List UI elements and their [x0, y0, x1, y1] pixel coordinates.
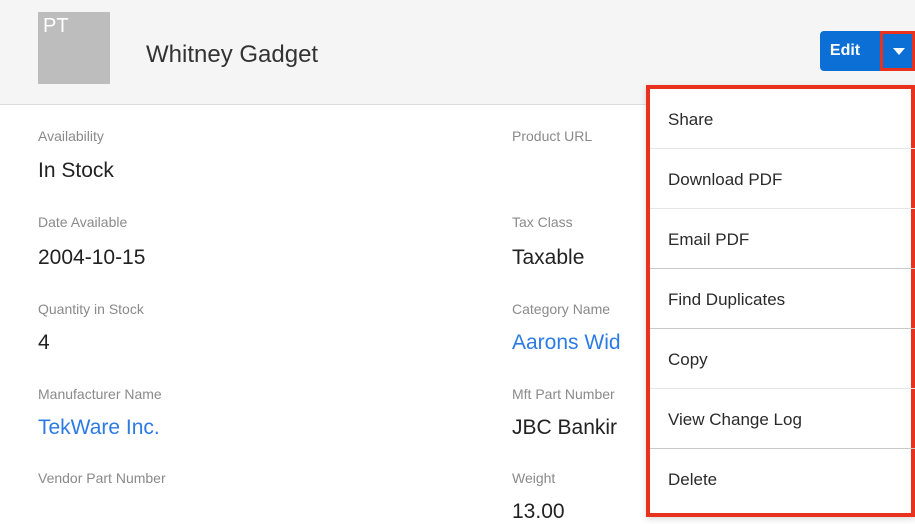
category-link[interactable]: Aarons Wid — [512, 331, 621, 355]
date-available-value: 2004-10-15 — [38, 246, 146, 269]
category-label: Category Name — [512, 301, 611, 317]
mft-part-value: JBC Bankir — [512, 416, 618, 439]
avatar-initials: PT — [43, 15, 69, 37]
manufacturer-link[interactable]: TekWare Inc. — [38, 416, 160, 440]
menu-item-email-pdf[interactable]: Email PDF — [650, 211, 915, 269]
date-available-label: Date Available — [38, 214, 128, 230]
menu-item-view-change-log[interactable]: View Change Log — [650, 391, 915, 449]
tax-class-value: Taxable — [512, 246, 585, 269]
product-url-label: Product URL — [512, 128, 593, 144]
availability-value: In Stock — [38, 159, 114, 182]
weight-label: Weight — [512, 470, 556, 486]
manufacturer-label: Manufacturer Name — [38, 386, 162, 402]
tax-class-label: Tax Class — [512, 214, 573, 230]
actions-dropdown-menu: Share Download PDF Email PDF Find Duplic… — [646, 85, 915, 517]
menu-item-copy[interactable]: Copy — [650, 331, 915, 389]
caret-down-icon — [893, 48, 905, 55]
record-title: Whitney Gadget — [146, 41, 319, 68]
quantity-label: Quantity in Stock — [38, 301, 144, 317]
avatar: PT — [38, 12, 110, 84]
vendor-part-label: Vendor Part Number — [38, 470, 166, 486]
availability-label: Availability — [38, 128, 104, 144]
actions-dropdown-button[interactable] — [880, 31, 915, 71]
menu-item-share[interactable]: Share — [650, 91, 915, 149]
menu-item-download-pdf[interactable]: Download PDF — [650, 151, 915, 209]
weight-value: 13.00 — [512, 500, 565, 523]
menu-item-find-duplicates[interactable]: Find Duplicates — [650, 271, 915, 329]
menu-item-delete[interactable]: Delete — [650, 451, 915, 509]
edit-button[interactable]: Edit — [820, 31, 880, 71]
mft-part-label: Mft Part Number — [512, 386, 615, 402]
quantity-value: 4 — [38, 331, 50, 354]
